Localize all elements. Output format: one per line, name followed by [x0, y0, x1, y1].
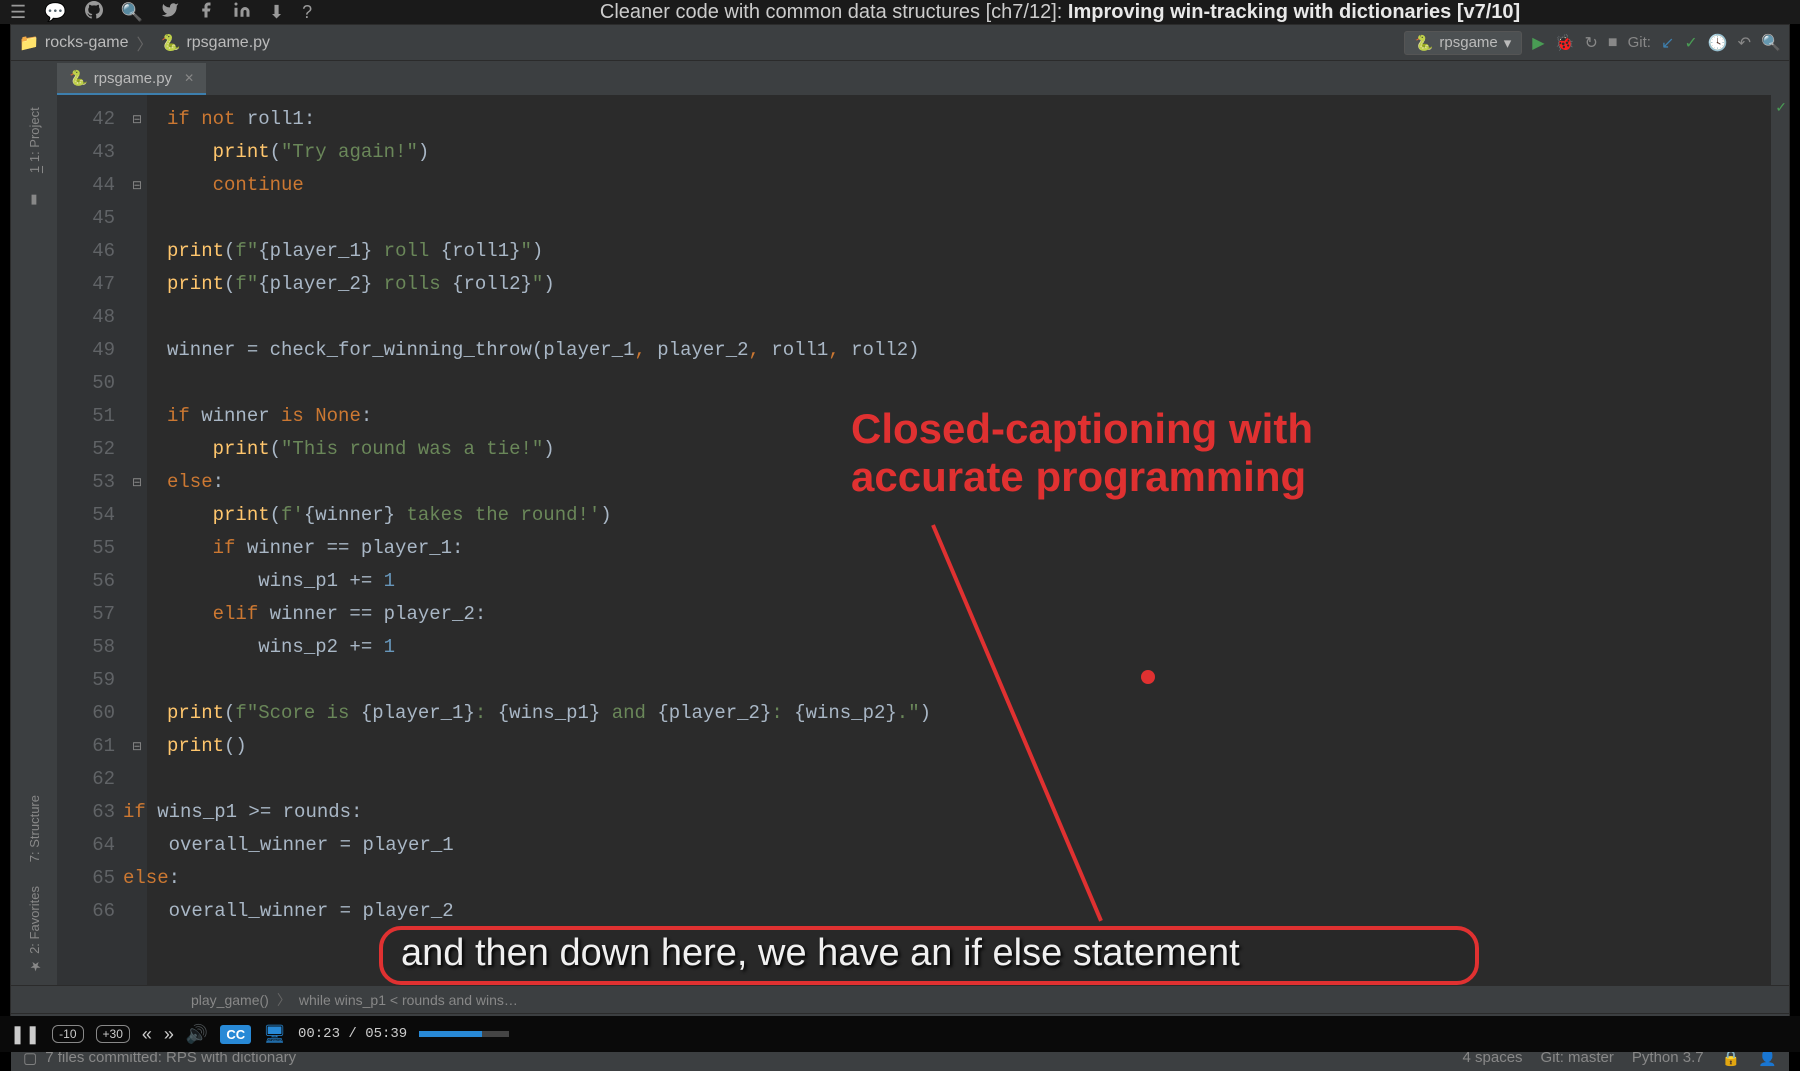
breadcrumb-bar: 📁 rocks-game 〉 🐍 rpsgame.py 🐍 rpsgame ▾ … — [11, 25, 1789, 61]
rerun-icon[interactable]: ↻ — [1585, 33, 1598, 53]
chat-icon[interactable]: 💬 — [44, 2, 66, 23]
git-label: Git: — [1628, 34, 1651, 51]
stop-icon[interactable]: ■ — [1608, 34, 1618, 52]
trail-item[interactable]: while wins_p1 < rounds and wins… — [299, 992, 518, 1008]
download-icon[interactable]: ⬇ — [269, 2, 284, 23]
left-tool-gutter: 11: Project ▮ 7: Structure ★ 2: Favorite… — [11, 95, 57, 985]
fold-icon[interactable]: ⊟ — [127, 103, 147, 136]
fold-icon[interactable]: ⊟ — [127, 466, 147, 499]
title-prefix: Cleaner code with common data structures… — [600, 1, 1068, 23]
revert-icon[interactable]: ↶ — [1738, 33, 1751, 53]
facebook-icon[interactable] — [197, 1, 215, 24]
prev-icon[interactable]: « — [142, 1024, 152, 1045]
search-icon[interactable]: 🔍 — [121, 2, 143, 23]
favorites-tool[interactable]: ★ 2: Favorites — [27, 874, 42, 985]
search-icon[interactable]: 🔍 — [1761, 33, 1781, 53]
toolbar-right: 🐍 rpsgame ▾ ▶ 🐞 ↻ ■ Git: ↙ ✓ 🕓 ↶ 🔍 — [1404, 31, 1781, 55]
folder-icon[interactable]: ▮ — [30, 185, 37, 213]
git-commit-icon[interactable]: ✓ — [1684, 33, 1697, 53]
title-bold: Improving win-tracking with dictionaries… — [1068, 1, 1520, 23]
help-icon[interactable]: ? — [302, 2, 312, 23]
ide-window: 📁 rocks-game 〉 🐍 rpsgame.py 🐍 rpsgame ▾ … — [10, 24, 1790, 1024]
structure-tool[interactable]: 7: Structure — [27, 783, 42, 874]
breadcrumb-folder[interactable]: 📁 rocks-game — [19, 33, 129, 53]
fold-end-icon: ⊟ — [127, 730, 147, 763]
volume-icon[interactable]: 🔊 — [186, 1024, 208, 1045]
cc-button[interactable]: CC — [220, 1025, 251, 1044]
top-bar: ☰ 💬 🔍 ⬇ ? Cleaner code with common data … — [0, 0, 1800, 24]
chevron-right-icon: 〉 — [137, 31, 153, 55]
python-icon: 🐍 — [161, 33, 181, 53]
code-area: 4243444546474849505152535455565758596061… — [57, 95, 1789, 985]
code-trail: play_game() 〉 while wins_p1 < rounds and… — [11, 985, 1789, 1013]
folder-name: rocks-game — [45, 34, 129, 52]
project-tool[interactable]: 11: Project — [27, 95, 42, 185]
code-content[interactable]: if not roll1: print("Try again!") contin… — [147, 95, 1771, 985]
breadcrumb: 📁 rocks-game 〉 🐍 rpsgame.py — [19, 31, 270, 55]
github-icon[interactable] — [85, 1, 103, 24]
skip-back-button[interactable]: -10 — [52, 1025, 83, 1043]
twitter-icon[interactable] — [161, 1, 179, 24]
video-time: 00:23 / 05:39 — [298, 1026, 407, 1042]
skip-forward-button[interactable]: +30 — [96, 1025, 130, 1043]
history-icon[interactable]: 🕓 — [1708, 33, 1728, 53]
pause-icon[interactable]: ❚❚ — [10, 1024, 40, 1045]
git-update-icon[interactable]: ↙ — [1661, 33, 1674, 53]
run-config-label: rpsgame — [1439, 34, 1497, 51]
no-errors-icon: ✓ — [1775, 99, 1787, 116]
file-tab[interactable]: 🐍 rpsgame.py ✕ — [57, 63, 206, 95]
progress-bar[interactable] — [419, 1031, 509, 1037]
linkedin-icon[interactable] — [233, 1, 251, 24]
video-title: Cleaner code with common data structures… — [330, 1, 1790, 24]
breadcrumb-file[interactable]: 🐍 rpsgame.py — [161, 33, 271, 53]
menu-icon[interactable]: ☰ — [10, 2, 26, 23]
next-icon[interactable]: » — [164, 1024, 174, 1045]
tab-label: rpsgame.py — [94, 70, 172, 87]
line-numbers: 4243444546474849505152535455565758596061… — [57, 95, 127, 985]
run-icon[interactable]: ▶ — [1532, 33, 1544, 53]
display-icon[interactable]: 🖥 — [263, 1024, 286, 1045]
right-scroll-gutter[interactable]: ✓ — [1771, 95, 1789, 985]
trail-item[interactable]: play_game() — [191, 992, 269, 1008]
debug-icon[interactable]: 🐞 — [1555, 33, 1575, 53]
progress-fill — [419, 1031, 482, 1037]
chevron-down-icon: ▾ — [1504, 34, 1512, 52]
folder-icon: 📁 — [19, 33, 39, 53]
file-name: rpsgame.py — [186, 34, 270, 52]
video-controls: ❚❚ -10 +30 « » 🔊 CC 🖥 00:23 / 05:39 — [0, 1016, 1800, 1052]
editor-body: 11: Project ▮ 7: Structure ★ 2: Favorite… — [11, 95, 1789, 985]
python-icon: 🐍 — [69, 69, 88, 87]
fold-end-icon: ⊟ — [127, 169, 147, 202]
top-bar-icons: ☰ 💬 🔍 ⬇ ? — [10, 1, 312, 24]
close-icon[interactable]: ✕ — [184, 71, 194, 85]
tab-bar: 🐍 rpsgame.py ✕ — [11, 61, 1789, 95]
python-icon: 🐍 — [1415, 34, 1434, 52]
run-config-select[interactable]: 🐍 rpsgame ▾ — [1404, 31, 1523, 55]
chevron-right-icon: 〉 — [277, 990, 291, 1010]
